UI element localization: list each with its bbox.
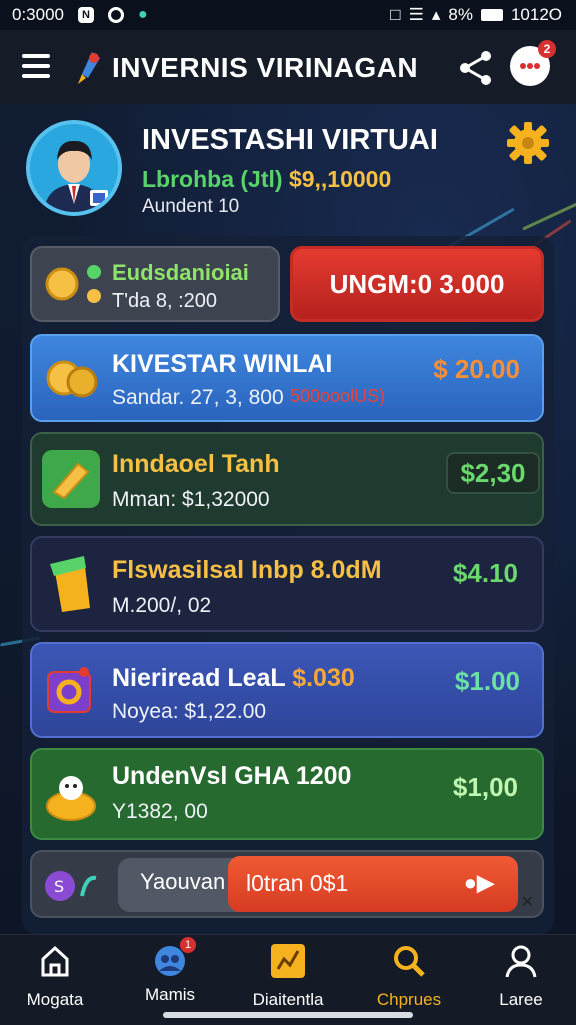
profile-name: INVESTASHI VIRTUAI	[142, 124, 438, 156]
nav-badge: 1	[180, 937, 196, 953]
item-price: $1.00	[454, 666, 520, 696]
item-title: KIVESTAR WINLAI	[112, 350, 333, 378]
svg-text:S: S	[54, 877, 64, 896]
item-price: $ 20.00	[433, 354, 520, 384]
notifications-button[interactable]: 2	[510, 40, 556, 86]
list-item[interactable]: Inndaoel Tanh Mman: $1,32000 $2,30	[30, 432, 544, 526]
avatar[interactable]	[26, 120, 122, 216]
orange-box-icon	[47, 667, 91, 713]
item-title: Nieriread LeaL $.030	[112, 664, 355, 693]
treasure-icon	[46, 776, 96, 821]
wifi-icon: ☰	[408, 5, 424, 24]
sync-icon	[108, 7, 124, 23]
summary-subtitle: T'da 8, :200	[112, 290, 217, 312]
balance-value: $9,,10000	[288, 166, 392, 192]
menu-icon[interactable]	[22, 54, 50, 84]
action-button[interactable]: l0tran 0$1 ●▶	[228, 856, 518, 912]
signal-icon: ▴	[431, 5, 441, 24]
app-notification-icon: N	[78, 7, 94, 23]
nav-label: Laree	[499, 990, 543, 1009]
list-item[interactable]: Flswasilsal Inbp 8.0dM M.200/, 02 $4.10	[30, 536, 544, 632]
share-icon[interactable]	[456, 48, 496, 88]
home-icon	[41, 945, 69, 977]
notification-badge: 2	[538, 40, 556, 58]
bottom-action-card: S Yaouvan l0tran 0$1 ●▶ ✕	[30, 850, 544, 918]
nav-item-profile[interactable]: Laree	[476, 943, 566, 1010]
status-time: 0:3000	[12, 5, 64, 24]
gold-bar-icon	[42, 450, 100, 508]
item-price: $2,30	[446, 452, 540, 494]
gold-coins-icon	[46, 360, 98, 398]
status-bar: 0:3000 N ● □ ☰ ▴ 8% 1012O	[0, 0, 576, 30]
close-icon[interactable]: ✕	[521, 892, 534, 912]
search-icon	[394, 946, 425, 977]
list-item[interactable]: UndenVsl GHA 1200 Y1382, 00 $1,00	[30, 748, 544, 840]
nav-item-search[interactable]: Chprues	[364, 943, 454, 1010]
item-subtitle: Mman: $1,32000	[112, 488, 270, 511]
item-tag: 500ooolUS)	[290, 386, 386, 406]
settings-gear-icon[interactable]	[505, 120, 551, 166]
user-portrait-icon	[30, 124, 118, 212]
item-subtitle: Noyea: $1,22.00	[112, 700, 267, 723]
battery-icon	[480, 9, 503, 21]
summary-card[interactable]: Eudsdanioiai T'da 8, :200	[30, 246, 280, 322]
money-bag-icon	[50, 556, 90, 612]
summary-action-button[interactable]: UNGM:0 3.000	[290, 246, 544, 322]
item-title-text: Nieriread LeaL	[112, 664, 286, 692]
action-button-label: l0tran 0$1	[246, 870, 349, 896]
coins-icon	[45, 265, 101, 303]
vibrate-icon: □	[390, 5, 401, 24]
nav-item-users[interactable]: 1 Mamis	[125, 937, 215, 1005]
list-item[interactable]: Nieriread LeaL $.030 Noyea: $1,22.00 $1.…	[30, 642, 544, 738]
coin-wallet-icon: S	[45, 871, 97, 901]
nav-label: Diaitentla	[252, 990, 324, 1009]
item-subtitle: Y1382, 00	[112, 800, 208, 823]
balance-label: Lbrohba (Jtl)	[142, 166, 283, 192]
play-arrow-icon: ●▶	[463, 870, 494, 895]
nav-label: Mamis	[144, 985, 196, 1004]
rocket-logo-icon	[78, 52, 100, 84]
item-title-text: UndenVsl GHA 1200	[112, 762, 352, 790]
item-price: $1,00	[452, 772, 518, 802]
item-title: UndenVsl GHA 1200	[112, 762, 351, 791]
item-price: $4.10	[452, 558, 518, 588]
nav-item-chart[interactable]: Diaitentla	[243, 943, 333, 1010]
status-clock: 1012O	[510, 5, 562, 24]
summary-title: Eudsdanioiai	[112, 260, 249, 285]
action-label: Yaouvan	[140, 869, 226, 894]
item-subtitle: M.200/, 02	[112, 594, 212, 617]
item-title: Inndaoel Tanh	[112, 450, 280, 478]
users-icon: 1	[152, 937, 196, 979]
item-title-amount: $.030	[292, 664, 355, 692]
battery-percent: 8%	[448, 5, 473, 24]
profile-balance-row: Lbrohba (Jtl) $9,,10000	[142, 166, 391, 193]
nav-label: Mogata	[26, 990, 84, 1009]
item-title: Flswasilsal Inbp 8.0dM	[112, 556, 382, 584]
nav-label: Chprues	[376, 990, 442, 1009]
leaf-icon: ●	[138, 6, 148, 23]
chart-icon	[271, 944, 305, 978]
nav-item-home[interactable]: Mogata	[10, 943, 100, 1010]
app-title: INVERNIS VIRINAGAN	[112, 52, 419, 83]
list-item[interactable]: KIVESTAR WINLAI Sandar. 27, 3, 800 500oo…	[30, 334, 544, 422]
item-subtitle: Sandar. 27, 3, 800	[112, 386, 284, 409]
app-bar: INVERNIS VIRINAGAN 2	[0, 30, 576, 104]
profile-subtitle: Aundent 10	[142, 196, 240, 217]
home-indicator[interactable]	[163, 1012, 413, 1018]
profile-icon	[505, 945, 537, 978]
